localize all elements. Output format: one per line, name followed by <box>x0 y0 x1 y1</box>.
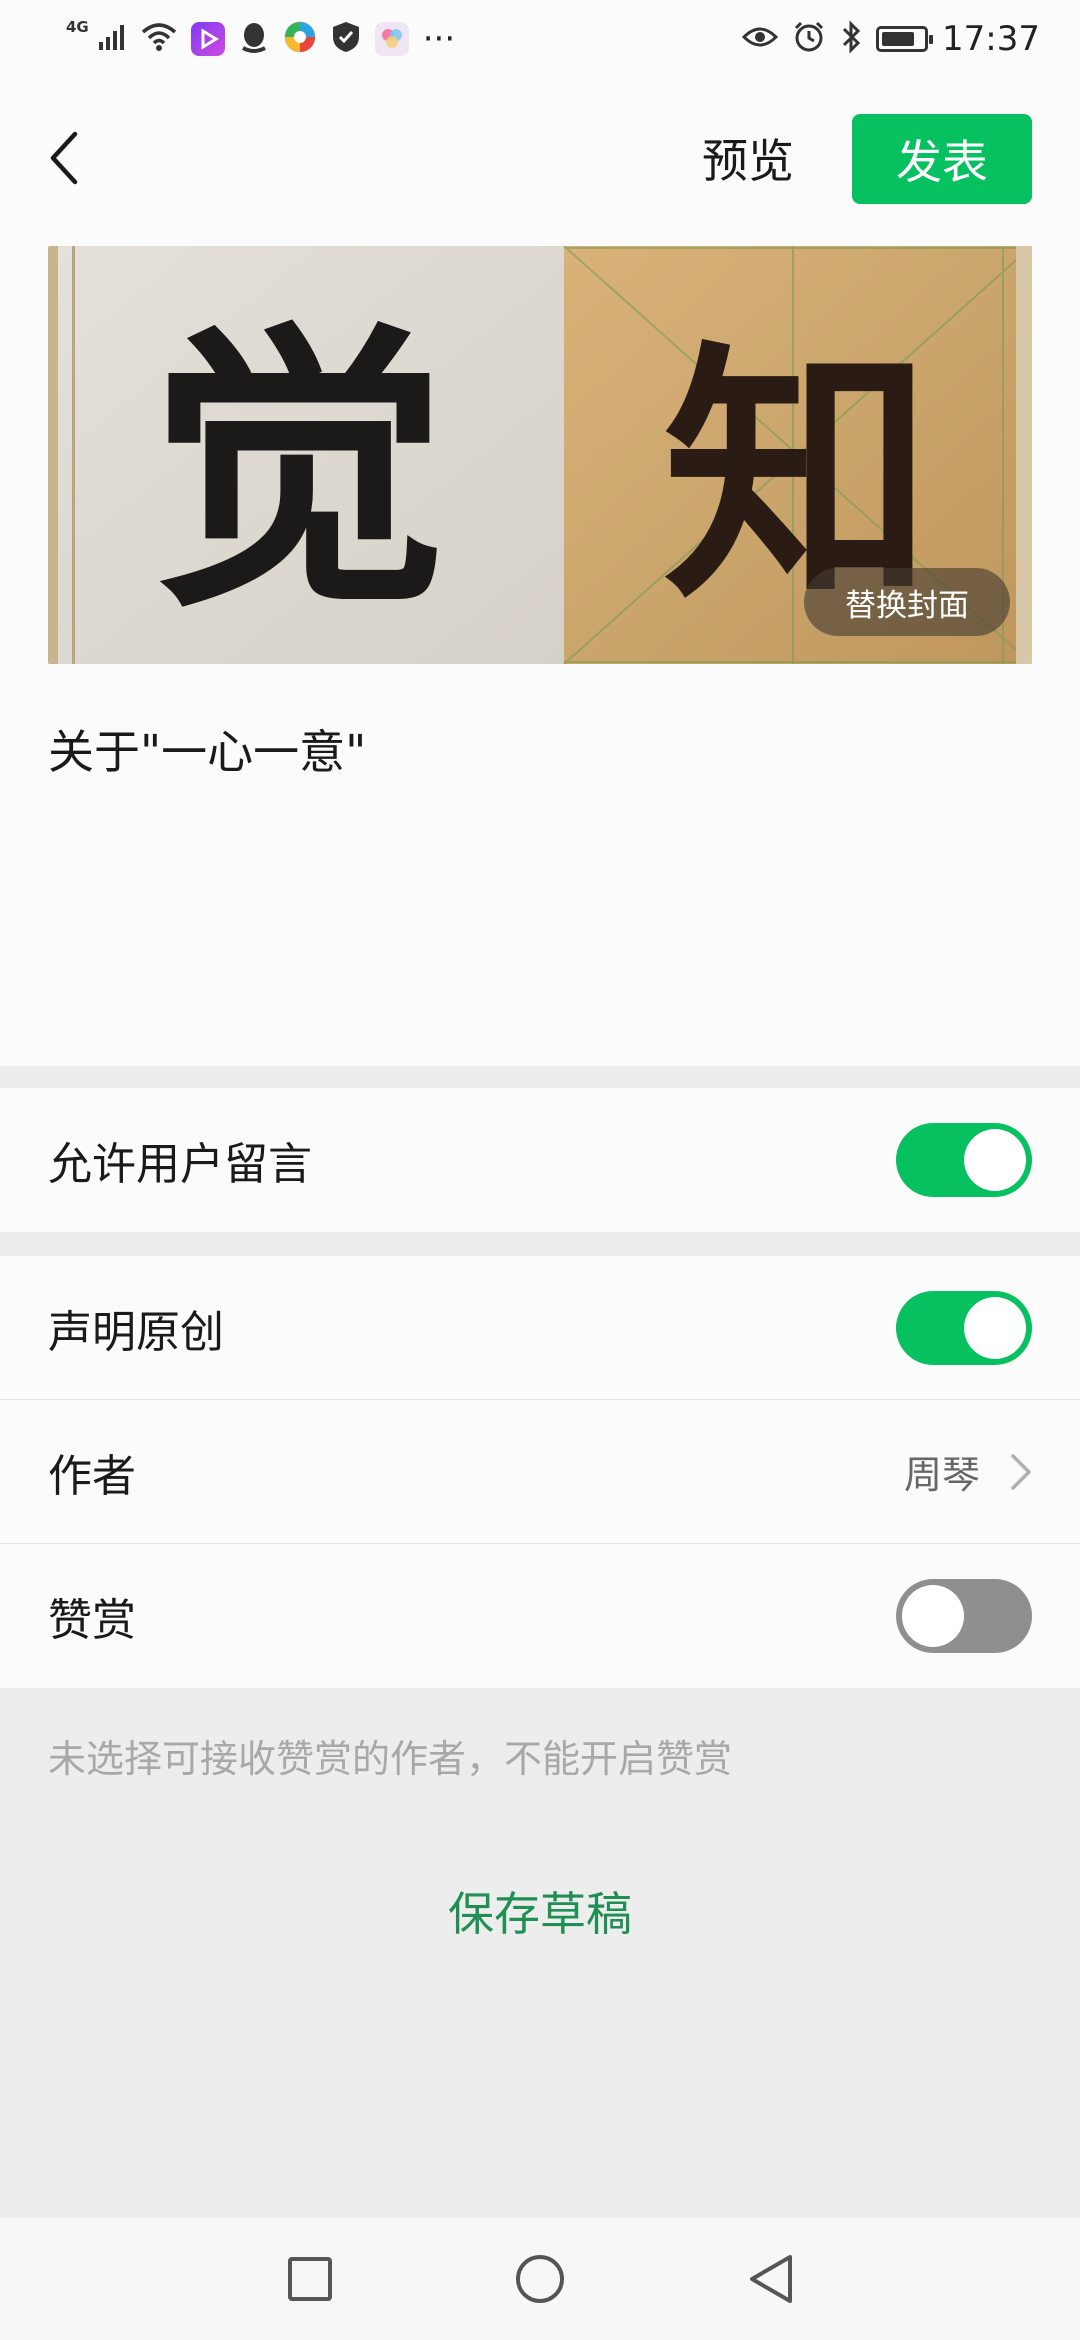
declare-original-toggle[interactable] <box>896 1290 1032 1365</box>
video-app-icon <box>190 22 225 56</box>
reward-label: 赞赏 <box>48 1595 136 1646</box>
declare-original-label: 声明原创 <box>48 1306 224 1358</box>
qq-icon <box>239 20 269 58</box>
recents-button[interactable] <box>275 2244 345 2314</box>
article-title-input[interactable]: 关于"一心一意" <box>48 716 366 782</box>
clock: 17:37 <box>942 19 1040 59</box>
allow-comments-label: 允许用户留言 <box>48 1139 312 1190</box>
reward-row: 赞赏 <box>0 1544 1080 1688</box>
replace-cover-button[interactable]: 替换封面 <box>804 568 1010 636</box>
reward-hint: 未选择可接收赞赏的作者，不能开启赞赏 <box>48 1737 733 1781</box>
more-notifications: ··· <box>422 19 456 59</box>
home-button[interactable] <box>505 2244 575 2314</box>
chevron-right-icon <box>1011 1453 1031 1490</box>
chevron-left-icon <box>50 131 78 185</box>
preview-button[interactable]: 预览 <box>702 120 794 196</box>
publish-button[interactable]: 发表 <box>852 114 1032 204</box>
alarm-icon <box>792 20 826 58</box>
author-label: 作者 <box>48 1450 136 1502</box>
reward-toggle[interactable] <box>896 1579 1032 1653</box>
status-bar: 4G ··· 17:37 <box>0 0 1080 78</box>
shield-icon <box>331 20 361 58</box>
declare-original-row: 声明原创 <box>0 1256 1080 1400</box>
screen: 4G ··· 17:37 预览 发表 觉 知 替换封面 关于"一心一意" 允许用… <box>0 0 1080 2340</box>
back-nav-button[interactable] <box>735 2244 805 2314</box>
battery-level <box>882 32 915 46</box>
reward-right <box>896 1579 1032 1653</box>
declare-original-right <box>896 1290 1032 1365</box>
circle-icon <box>516 2255 564 2303</box>
author-row[interactable]: 作者 周琴 <box>0 1400 1080 1544</box>
wifi-icon <box>141 22 177 56</box>
signal-icon <box>97 22 127 56</box>
allow-comments-toggle[interactable] <box>896 1123 1032 1197</box>
triangle-back-icon <box>750 2255 792 2303</box>
square-icon <box>288 2257 332 2301</box>
status-left: 4G ··· <box>66 18 456 59</box>
battery-icon <box>876 26 934 52</box>
status-right: 17:37 <box>741 19 1040 59</box>
gallery-icon <box>374 22 409 56</box>
top-nav: 预览 发表 <box>0 78 1080 246</box>
toggle-knob <box>902 1585 964 1647</box>
eye-icon <box>741 24 779 54</box>
author-right: 周琴 <box>904 1444 1032 1499</box>
allow-comments-row: 允许用户留言 <box>0 1088 1080 1232</box>
toggle-knob <box>964 1296 1026 1359</box>
allow-comments-right <box>896 1123 1032 1197</box>
cover-area: 觉 知 替换封面 关于"一心一意" <box>0 246 1080 1066</box>
cover-left-character: 觉 <box>148 294 448 647</box>
back-button[interactable] <box>36 126 92 190</box>
system-nav-bar <box>0 2218 1080 2340</box>
browser-icon <box>283 20 317 58</box>
original-section: 声明原创 作者 周琴 赞赏 <box>0 1256 1080 1688</box>
cover-image[interactable]: 觉 知 替换封面 <box>48 246 1032 664</box>
comments-section: 允许用户留言 <box>0 1088 1080 1232</box>
author-value: 周琴 <box>903 1453 980 1497</box>
save-draft-button[interactable]: 保存草稿 <box>0 1878 1080 1944</box>
toggle-knob <box>964 1129 1026 1191</box>
network-type: 4G <box>66 18 89 36</box>
bluetooth-icon <box>840 20 862 58</box>
